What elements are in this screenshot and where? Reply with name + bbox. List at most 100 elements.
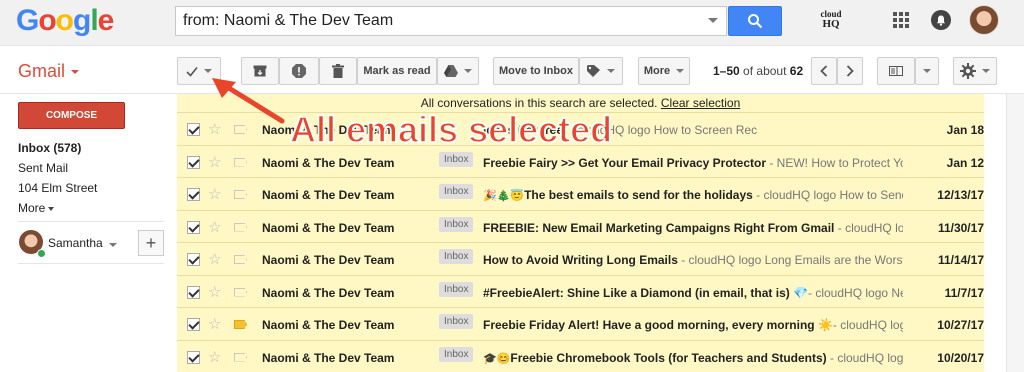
sidebar-item-sent-mail[interactable]: Sent Mail xyxy=(18,161,68,175)
older-button[interactable] xyxy=(837,57,863,85)
more-actions-dropdown[interactable]: More xyxy=(638,57,690,85)
compose-button[interactable]: COMPOSE xyxy=(18,102,125,129)
settings-dropdown[interactable] xyxy=(953,57,997,85)
email-row[interactable]: ☆ Naomi & The Dev Team Inbox Freebie Friday… xyxy=(177,307,984,340)
star-icon[interactable]: ☆ xyxy=(208,153,221,171)
inbox-label-chip[interactable]: Inbox xyxy=(439,184,474,199)
search-input[interactable] xyxy=(176,12,696,30)
logo-letter: l xyxy=(90,4,98,37)
email-row[interactable]: ☆ Naomi & The Dev Team Inbox FREEBIE: New E… xyxy=(177,209,984,243)
search-options-caret-icon[interactable] xyxy=(708,18,718,23)
email-checkbox[interactable] xyxy=(187,220,200,234)
spam-alert-icon xyxy=(292,64,306,78)
compose-label: COMPOSE xyxy=(45,110,98,121)
email-snippet: - cloudHQ logo xyxy=(826,350,903,365)
inbox-label-chip[interactable]: Inbox xyxy=(439,216,474,232)
email-sender: Naomi & The Dev Team xyxy=(262,318,395,332)
checkbox-checked-icon xyxy=(186,66,198,77)
email-snippet: - NEW! How to Protect Yo xyxy=(766,155,903,170)
inbox-label-chip[interactable]: Inbox xyxy=(439,249,474,264)
split-pane-dropdown[interactable] xyxy=(915,57,939,85)
google-drive-icon xyxy=(444,65,458,77)
importance-marker-icon[interactable] xyxy=(234,255,247,264)
star-icon[interactable]: ☆ xyxy=(208,218,221,236)
inbox-label-chip[interactable]: Inbox xyxy=(439,314,474,329)
email-subject-line: Freebie Friday Alert! Have a good mornin… xyxy=(483,318,903,332)
chevron-down-icon xyxy=(923,69,931,73)
star-icon[interactable]: ☆ xyxy=(208,283,221,301)
scrollbar[interactable] xyxy=(1006,94,1024,372)
notifications-bell-icon[interactable] xyxy=(931,10,951,30)
email-row[interactable]: ☆ Naomi & The Dev Team Inbox #FreebieAlert:… xyxy=(177,274,984,308)
plus-icon: + xyxy=(145,232,157,253)
top-header: Google cloud HQ xyxy=(0,0,1024,46)
search-button[interactable] xyxy=(728,6,782,36)
inbox-label-chip[interactable]: Inbox xyxy=(439,346,474,362)
gmail-menu[interactable]: Gmail xyxy=(18,61,80,82)
delete-button[interactable] xyxy=(319,57,357,85)
sidebar-item-104-elm-street[interactable]: 104 Elm Street xyxy=(18,181,97,195)
hangouts-user-menu[interactable]: Samantha xyxy=(48,236,117,250)
clear-selection-link[interactable]: Clear selection xyxy=(661,96,740,110)
gmail-label: Gmail xyxy=(18,61,66,81)
email-subject-line: FREEBIE: New Email Marketing Campaigns R… xyxy=(483,221,903,235)
split-pane-toggle[interactable] xyxy=(877,57,915,85)
selection-banner-text: All conversations in this search are sel… xyxy=(420,96,658,110)
search-box[interactable] xyxy=(175,6,727,36)
cloudhq-logo-bottom: HQ xyxy=(822,18,840,30)
inbox-label-chip[interactable]: Inbox xyxy=(439,151,474,167)
email-date: 12/13/17 xyxy=(937,188,984,202)
chevron-down-icon xyxy=(982,69,990,73)
sidebar-item-inbox[interactable]: Inbox (578) xyxy=(18,141,81,155)
importance-marker-icon[interactable] xyxy=(234,222,247,232)
move-to-inbox-button[interactable]: Move to Inbox xyxy=(493,57,579,85)
sidebar-more-label: More xyxy=(18,201,46,215)
account-avatar[interactable] xyxy=(969,5,999,35)
email-checkbox[interactable] xyxy=(187,253,200,266)
email-date: Jan 18 xyxy=(946,123,984,137)
labels-dropdown[interactable] xyxy=(579,57,623,85)
email-subject-line: 🎉🎄😇The best emails to send for the holid… xyxy=(483,188,903,202)
email-checkbox[interactable] xyxy=(187,285,200,299)
drive-dropdown[interactable] xyxy=(437,57,479,85)
apps-grid-icon[interactable] xyxy=(893,12,909,28)
email-subject: Freebie Friday Alert! Have a good mornin… xyxy=(483,318,833,332)
mark-as-read-button[interactable]: Mark as read xyxy=(357,57,437,85)
email-subject: How to Avoid Writing Long Emails xyxy=(483,253,678,267)
email-row[interactable]: ☆ Naomi & The Dev Team Inbox 🎉🎄😇The best em… xyxy=(177,177,984,210)
email-checkbox[interactable] xyxy=(187,123,200,136)
inbox-label-chip[interactable]: Inbox xyxy=(439,281,474,297)
newer-button[interactable] xyxy=(811,57,837,85)
importance-marker-icon[interactable] xyxy=(234,352,247,362)
email-checkbox[interactable] xyxy=(187,318,200,331)
email-row[interactable]: ☆ Naomi & The Dev Team Inbox 🎓😊Freebie Chro… xyxy=(177,339,984,372)
email-checkbox[interactable] xyxy=(187,155,200,169)
star-icon[interactable]: ☆ xyxy=(208,348,221,366)
online-status-icon xyxy=(37,249,46,258)
logo-letter: o xyxy=(55,4,74,37)
google-logo[interactable]: Google xyxy=(16,4,114,38)
email-sender: Naomi & The Dev Team xyxy=(262,253,395,267)
new-hangout-button[interactable]: + xyxy=(138,230,164,256)
star-icon[interactable]: ☆ xyxy=(208,250,221,268)
cloudhq-logo[interactable]: cloud HQ xyxy=(814,9,848,33)
email-checkbox[interactable] xyxy=(187,350,200,364)
importance-marker-icon[interactable] xyxy=(234,190,247,199)
email-subject: Freebie Fairy >> Get Your Email Privacy … xyxy=(483,155,767,170)
sidebar-item-more[interactable]: More xyxy=(18,201,55,215)
star-icon[interactable]: ☆ xyxy=(208,185,221,203)
split-pane-icon xyxy=(889,66,903,76)
email-date: 10/20/17 xyxy=(937,350,984,365)
subject-emoji: 🎓😊 xyxy=(483,352,511,365)
chevron-down-icon xyxy=(204,69,212,73)
chevron-down-icon xyxy=(676,69,685,73)
importance-marker-icon[interactable] xyxy=(234,320,247,329)
importance-marker-icon[interactable] xyxy=(234,287,247,297)
email-checkbox[interactable] xyxy=(187,188,200,201)
chevron-down-icon xyxy=(607,69,615,73)
email-snippet: - cloudHQ logo How to Send xyxy=(752,188,903,202)
email-row[interactable]: ☆ Naomi & The Dev Team Inbox How to Avoid W… xyxy=(177,242,984,275)
importance-marker-icon[interactable] xyxy=(234,157,247,167)
star-icon[interactable]: ☆ xyxy=(208,315,221,333)
email-date: 10/27/17 xyxy=(937,318,984,332)
